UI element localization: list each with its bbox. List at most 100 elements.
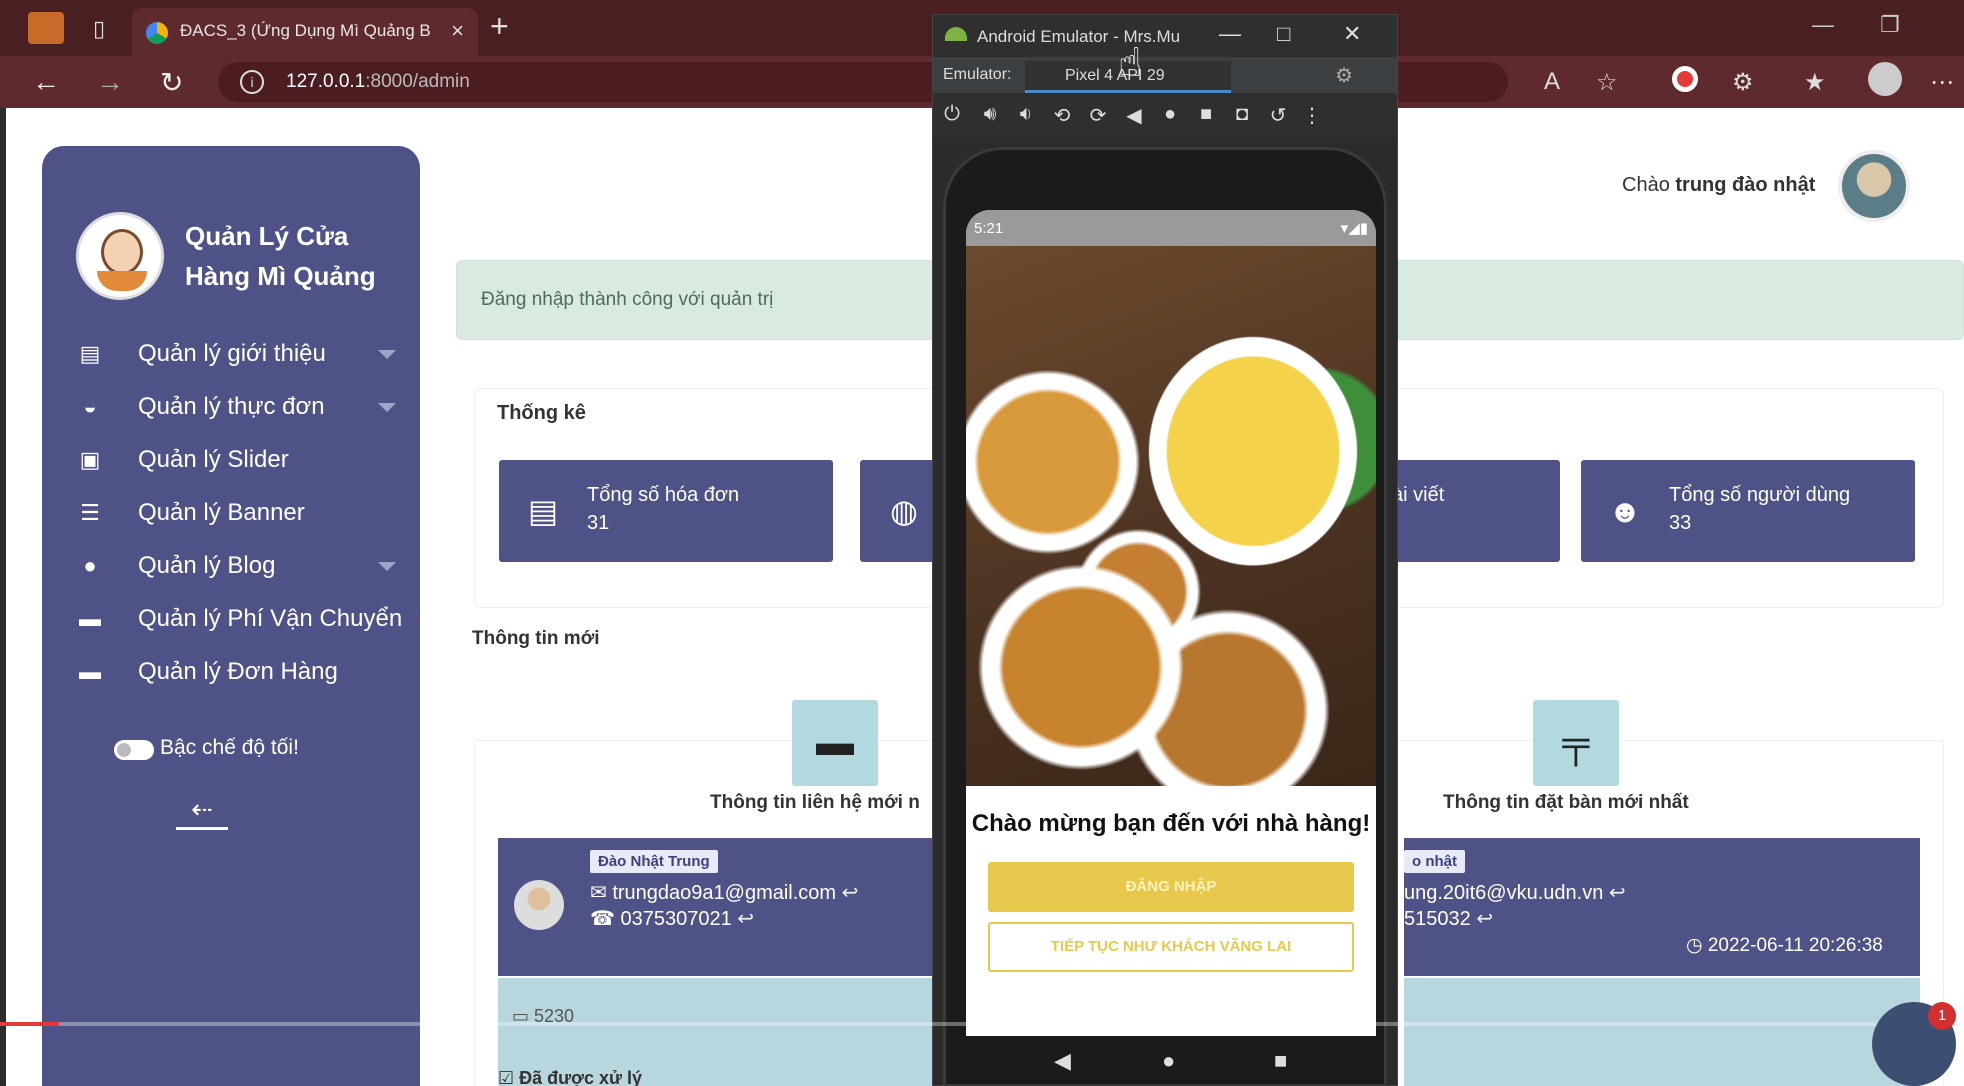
contact-card[interactable]: Đào Nhật Trung ✉ trungdao9a1@gmail.com ↩… <box>498 838 938 976</box>
url-text: 127.0.0.1:8000/admin <box>286 71 470 92</box>
page-icon[interactable]: ▯ <box>84 14 114 44</box>
booking-phone[interactable]: 515032 ↩ <box>1404 906 1493 931</box>
sidebar-item-blog[interactable]: ● Quản lý Blog <box>76 546 396 586</box>
login-button[interactable]: ĐĂNG NHẬP <box>988 862 1354 912</box>
android-icon <box>945 27 967 41</box>
close-tab-icon[interactable]: × <box>451 18 464 44</box>
contact-avatar <box>514 880 564 930</box>
chevron-down-icon <box>378 350 396 359</box>
contact-email[interactable]: ✉ trungdao9a1@gmail.com ↩ <box>590 880 858 905</box>
favorites-icon[interactable]: ★ <box>1804 68 1826 97</box>
order-icon: ▬ <box>79 659 101 684</box>
phone-frame: 5:21 ▾◢▮ Chào mừng bạn đến với nhà hàng!… <box>943 147 1387 1086</box>
reply-icon[interactable]: ↩ <box>842 882 859 904</box>
stats-title: Thống kê <box>497 402 586 424</box>
guest-button[interactable]: TIẾP TỤC NHƯ KHÁCH VÃNG LAI <box>988 922 1354 972</box>
sidebar-item-intro[interactable]: ▤ Quản lý giới thiệu <box>76 334 396 374</box>
reply-icon[interactable]: ↩ <box>1476 908 1493 930</box>
dish-icon: ◍ <box>890 493 918 529</box>
emulator-title: Android Emulator - Mrs.Mu <box>977 27 1181 46</box>
mail-icon: ✉ <box>590 882 613 904</box>
emulator-maximize-icon[interactable]: □ <box>1277 21 1290 47</box>
chat-count-badge: 1 <box>1928 1002 1956 1030</box>
sidebar-item-menu[interactable]: ◒ Quản lý thực đơn <box>76 387 396 427</box>
back-icon[interactable]: ← <box>32 66 60 98</box>
bowl-icon: ◒ <box>83 394 97 419</box>
snapshot-icon[interactable]: ↺ <box>1265 103 1291 128</box>
volume-up-icon[interactable]: 🔊︎ <box>977 103 1003 126</box>
reload-icon[interactable]: ↻ <box>160 66 183 99</box>
reply-icon[interactable]: ↩ <box>737 908 754 930</box>
sidebar-item-orders[interactable]: ▬ Quản lý Đơn Hàng <box>76 652 396 692</box>
stat-card-dishes[interactable]: ◍ <box>860 460 940 562</box>
processed-status: ☑ Đã được xử lý <box>498 1068 643 1086</box>
nav-home-icon[interactable]: ● <box>1162 1048 1175 1074</box>
booking-name-badge: o nhật <box>1404 850 1465 873</box>
emulator-minimize-icon[interactable]: — <box>1219 21 1241 47</box>
power-icon[interactable]: ⏻ <box>939 103 965 126</box>
contact-heading: Thông tin liên hệ mới n <box>710 792 920 813</box>
sidebar: Quản Lý Cửa Hàng Mì Quảng ▤ Quản lý giới… <box>42 146 420 1086</box>
emulator-title-bar: Android Emulator - Mrs.Mu — □ ✕ <box>933 15 1397 57</box>
overview-icon[interactable]: ■ <box>1193 103 1219 126</box>
reply-icon[interactable]: ↩ <box>1609 882 1626 904</box>
volume-down-icon[interactable]: 🔉︎ <box>1013 103 1039 126</box>
favorites-add-icon[interactable]: ☆ <box>1596 68 1618 97</box>
forward-icon[interactable]: → <box>96 66 124 98</box>
nav-recents-icon[interactable]: ■ <box>1274 1048 1287 1074</box>
stat-card-invoices[interactable]: ▤ Tổng số hóa đơn 31 <box>499 460 833 562</box>
table-booking-icon: ╤ <box>1533 700 1619 786</box>
rotate-left-icon[interactable]: ⟲ <box>1049 103 1075 128</box>
avatar[interactable] <box>1838 150 1910 222</box>
camera-icon[interactable]: ◘ <box>1229 103 1255 126</box>
emulator-close-icon[interactable]: ✕ <box>1343 21 1361 47</box>
collapse-sidebar-icon[interactable]: ⇠ <box>176 794 228 830</box>
sidebar-item-slider[interactable]: ▣ Quản lý Slider <box>76 440 396 480</box>
chevron-down-icon <box>378 403 396 412</box>
mi-quang-food-image <box>966 246 1376 786</box>
home-icon[interactable]: ● <box>1157 103 1183 126</box>
display-icon: ▤ <box>79 341 101 366</box>
contact-name-badge: Đào Nhật Trung <box>590 850 718 873</box>
invoice-icon: ▤ <box>527 493 559 529</box>
banner-icon: ☰ <box>80 500 100 525</box>
extensions-icon[interactable]: ⚙ <box>1732 68 1754 97</box>
browser-tab[interactable]: ĐACS_3 (Ứng Dụng Mì Quảng B × <box>132 8 478 56</box>
blog-icon: ● <box>83 553 97 578</box>
clock-icon: ◷ <box>1686 935 1708 956</box>
new-tab-button[interactable]: + <box>490 8 509 45</box>
more-icon[interactable]: ⋮ <box>1299 103 1325 128</box>
more-menu-icon[interactable]: ⋯ <box>1930 68 1954 97</box>
welcome-text: Chào mừng bạn đến với nhà hàng! <box>971 810 1371 837</box>
booking-email[interactable]: ung.20it6@vku.udn.vn ↩ <box>1404 880 1626 905</box>
brand-logo <box>76 212 164 300</box>
browser-profile-avatar[interactable] <box>1868 62 1902 96</box>
minimize-window-icon[interactable]: — <box>1812 12 1834 38</box>
dark-mode-toggle[interactable] <box>114 740 154 760</box>
sidebar-item-banner[interactable]: ☰ Quản lý Banner <box>76 493 396 533</box>
emulator-tab-bar: Emulator: Pixel 4 API 29 ⚙ <box>933 57 1397 93</box>
restore-window-icon[interactable]: ❐ <box>1880 12 1900 38</box>
phone-screen: 5:21 ▾◢▮ Chào mừng bạn đến với nhà hàng!… <box>966 210 1376 1036</box>
contact-phone[interactable]: ☎ 0375307021 ↩ <box>590 906 754 931</box>
video-progress-fill <box>0 1022 59 1026</box>
booking-message-row <box>1404 978 1920 1086</box>
nav-back-icon[interactable]: ◀ <box>1054 1048 1071 1074</box>
rotate-right-icon[interactable]: ⟳ <box>1085 103 1111 128</box>
back-icon[interactable]: ◀ <box>1121 103 1147 128</box>
booking-card[interactable]: o nhật ung.20it6@vku.udn.vn ↩ 515032 ↩ ◷… <box>1404 838 1920 976</box>
stat-card-users[interactable]: ☻ Tổng số người dùng 33 <box>1581 460 1915 562</box>
phone-status-bar: 5:21 ▾◢▮ <box>966 210 1376 246</box>
brand-name: Quản Lý Cửa Hàng Mì Quảng <box>185 221 376 291</box>
video-progress-bar[interactable] <box>0 1022 1964 1026</box>
booking-datetime: ◷ 2022-06-11 20:26:38 <box>1686 935 1883 956</box>
chevron-down-icon <box>378 562 396 571</box>
tab-title: ĐACS_3 (Ứng Dụng Mì Quảng B <box>180 21 431 40</box>
sidebar-item-shipping[interactable]: ▬ Quản lý Phí Vận Chuyển <box>76 599 402 639</box>
read-aloud-icon[interactable]: A <box>1544 68 1560 96</box>
stat-card-posts[interactable]: ài viết <box>1392 460 1560 562</box>
browser-logo-icon[interactable] <box>28 12 64 44</box>
recording-icon[interactable] <box>1672 66 1698 92</box>
site-info-icon[interactable]: i <box>240 70 264 94</box>
emulator-settings-icon[interactable]: ⚙ <box>1335 63 1353 88</box>
